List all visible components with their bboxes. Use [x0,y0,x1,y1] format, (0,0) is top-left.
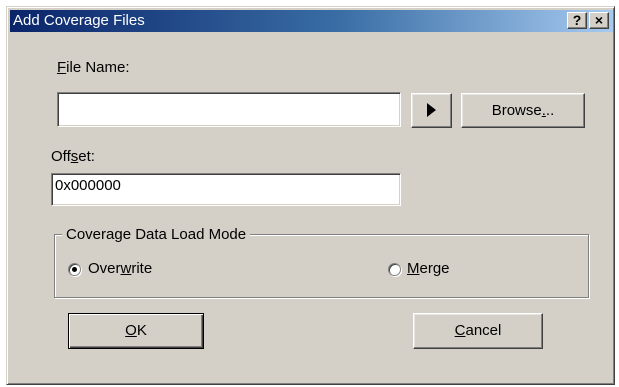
help-button[interactable]: ? [567,12,587,29]
cancel-button[interactable]: Cancel [413,313,543,349]
offset-label: Offset: [51,148,95,165]
window-title: Add Coverage Files [13,12,145,29]
file-name-label: File Name: [57,59,130,76]
overwrite-radio[interactable] [68,263,81,276]
load-mode-legend: Coverage Data Load Mode [62,226,251,243]
selected-dot-icon [72,267,77,272]
close-button[interactable]: × [589,12,609,29]
arrow-button[interactable] [411,93,452,128]
browse-button[interactable]: Browse... [461,93,585,128]
help-icon: ? [572,12,582,28]
add-coverage-files-dialog: Add Coverage Files ? × File Name: Browse… [6,6,615,385]
merge-label[interactable]: Merge [407,260,450,277]
offset-input[interactable]: 0x000000 [51,173,401,206]
play-arrow-icon [427,103,436,117]
title-bar[interactable]: Add Coverage Files ? × [10,10,613,32]
file-name-input[interactable] [57,92,401,127]
ok-button[interactable]: OK [68,313,204,349]
close-icon: × [594,12,604,28]
overwrite-label[interactable]: Overwrite [88,260,152,277]
merge-radio[interactable] [388,263,401,276]
